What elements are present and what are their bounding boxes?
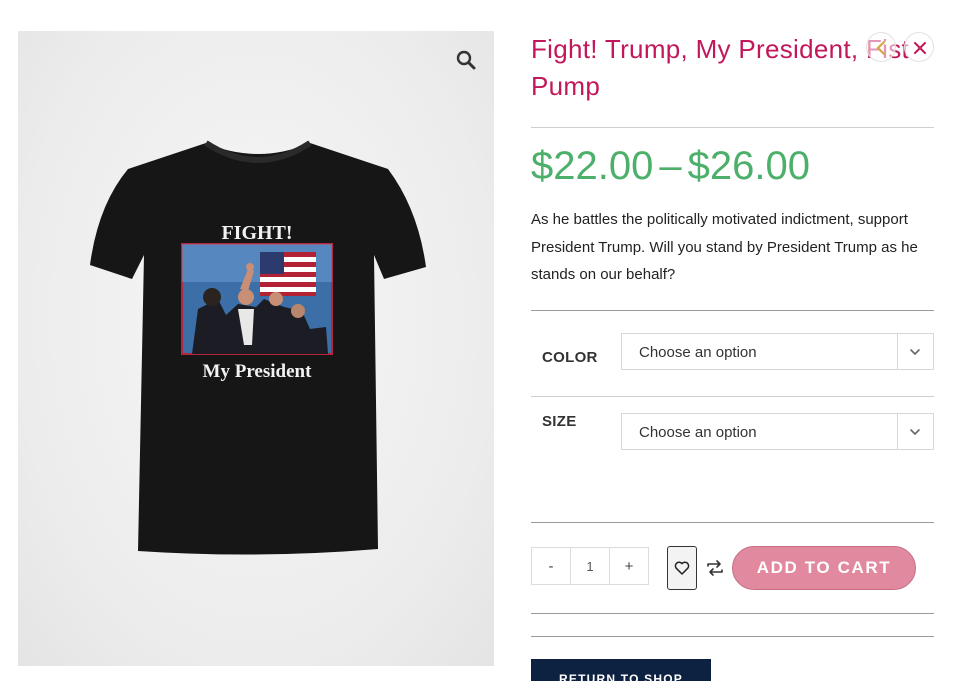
add-to-cart-button[interactable]: ADD TO CART (732, 546, 916, 590)
size-select[interactable]: Choose an option (621, 413, 934, 450)
price-range: $22.00– $26.00 (531, 142, 810, 190)
color-select-value: Choose an option (639, 344, 757, 361)
divider (531, 127, 934, 128)
chevron-left-icon (876, 40, 886, 56)
tshirt-image: FIGHT! My President (90, 140, 426, 555)
wishlist-button[interactable] (667, 546, 697, 590)
color-label: COLOR (542, 349, 598, 366)
product-description: As he battles the politically motivated … (531, 211, 918, 283)
divider (531, 636, 934, 637)
previous-product-button[interactable] (866, 32, 896, 62)
price-max: $26.00 (687, 144, 810, 188)
chevron-down-icon (910, 349, 920, 356)
heart-icon (674, 561, 690, 575)
quantity-input[interactable]: 1 (571, 547, 609, 585)
return-to-shop-button[interactable]: RETURN TO SHOP (531, 659, 711, 681)
price-min: $22.00 (531, 144, 654, 188)
color-select[interactable]: Choose an option (621, 333, 934, 370)
compare-arrows-icon[interactable] (704, 557, 726, 579)
divider (531, 522, 934, 523)
next-product-button[interactable] (904, 32, 934, 62)
select-separator (897, 334, 898, 369)
size-label: SIZE (542, 413, 577, 430)
close-icon (914, 42, 926, 54)
price-separator: – (659, 144, 682, 188)
divider (531, 310, 934, 311)
product-navigation (866, 32, 936, 62)
quantity-stepper: - 1 + (531, 547, 649, 585)
magnifier-icon[interactable] (455, 49, 477, 71)
size-select-value: Choose an option (639, 424, 757, 441)
shirt-print-top: FIGHT! (221, 222, 292, 244)
shirt-print-bottom: My President (203, 361, 313, 382)
chevron-down-icon (910, 429, 920, 436)
quantity-plus-button[interactable]: + (609, 547, 649, 585)
divider (531, 613, 934, 614)
quantity-minus-button[interactable]: - (531, 547, 571, 585)
product-image-panel[interactable]: FIGHT! My President (18, 31, 494, 666)
divider (531, 396, 934, 397)
select-separator (897, 414, 898, 449)
